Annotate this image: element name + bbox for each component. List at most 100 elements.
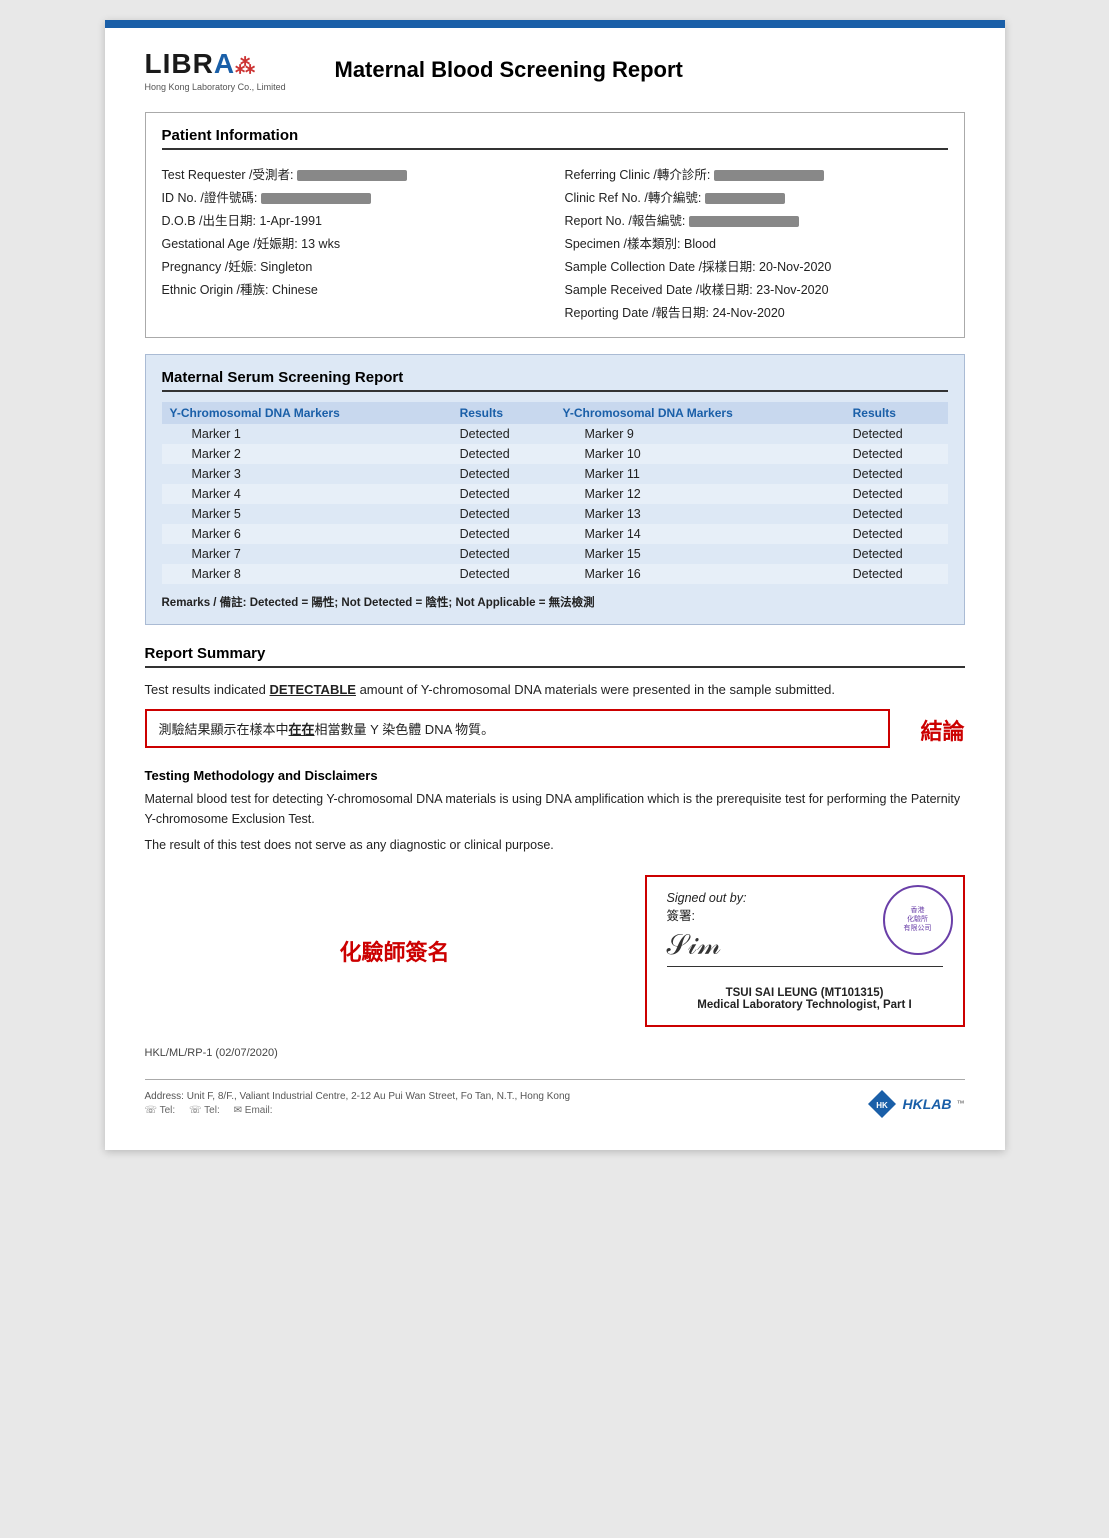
marker-left-name: Marker 3 [162, 464, 452, 484]
markers-table: Y-Chromosomal DNA Markers Results Y-Chro… [162, 402, 948, 584]
hklab-diamond-icon: HK [866, 1088, 898, 1120]
redacted-value [297, 170, 407, 181]
marker-left-name: Marker 6 [162, 524, 452, 544]
marker-right-result: Detected [845, 544, 948, 564]
logo-text: LIBRA⁂ [145, 48, 305, 80]
marker-left-name: Marker 7 [162, 544, 452, 564]
patient-row: Sample Received Date /收樣日期: 23-Nov-2020 [565, 277, 948, 300]
marker-right-name: Marker 13 [554, 504, 844, 524]
remarks-row: Remarks / 備註: Detected = 陽性; Not Detecte… [162, 594, 948, 610]
summary-text: Test results indicated DETECTABLE amount… [145, 680, 965, 701]
patient-info-heading: Patient Information [162, 127, 948, 150]
patient-row: Referring Clinic /轉介診所: [565, 162, 948, 185]
markers-body: Marker 1 Detected Marker 9 Detected Mark… [162, 424, 948, 584]
marker-left-result: Detected [452, 484, 555, 504]
patient-row: Ethnic Origin /種族: Chinese [162, 277, 545, 300]
hklab-logo: HK HKLAB™ [866, 1088, 965, 1120]
patient-row: Test Requester /受測者: [162, 162, 545, 185]
table-row: Marker 2 Detected Marker 10 Detected [162, 444, 948, 464]
marker-left-result: Detected [452, 444, 555, 464]
sign-box: Signed out by: 簽署: 𝒮𝒾𝓂 TSUI SAI LEUNG (M… [645, 875, 965, 1027]
patient-row: ID No. /證件號碼: [162, 185, 545, 208]
marker-left-name: Marker 5 [162, 504, 452, 524]
hklab-brand-text: HKLAB [903, 1096, 952, 1112]
marker-right-name: Marker 14 [554, 524, 844, 544]
table-row: Marker 8 Detected Marker 16 Detected [162, 564, 948, 584]
patient-row: Gestational Age /妊娠期: 13 wks [162, 231, 545, 254]
marker-right-name: Marker 10 [554, 444, 844, 464]
patient-right-fields: Referring Clinic /轉介診所: Clinic Ref No. /… [565, 162, 948, 323]
methodology-text1: Maternal blood test for detecting Y-chro… [145, 789, 965, 829]
marker-right-name: Marker 16 [554, 564, 844, 584]
detectable-word: DETECTABLE [270, 682, 356, 697]
stamp-circle: 香港化驗所有限公司 [883, 885, 953, 955]
marker-right-result: Detected [845, 464, 948, 484]
table-row: Marker 4 Detected Marker 12 Detected [162, 484, 948, 504]
serum-section: Maternal Serum Screening Report Y-Chromo… [145, 354, 965, 625]
patient-row: D.O.B /出生日期: 1-Apr-1991 [162, 208, 545, 231]
table-row: Marker 7 Detected Marker 15 Detected [162, 544, 948, 564]
marker-right-result: Detected [845, 564, 948, 584]
methodology-text2: The result of this test does not serve a… [145, 835, 965, 855]
patient-row: Sample Collection Date /採樣日期: 20-Nov-202… [565, 254, 948, 277]
marker-right-result: Detected [845, 424, 948, 444]
table-row: Marker 1 Detected Marker 9 Detected [162, 424, 948, 444]
redacted-value [689, 216, 799, 227]
chinese-summary-box: 測驗結果顯示在樣本中在在相當數量 Y 染色體 DNA 物質。 [145, 709, 891, 748]
col1-header: Y-Chromosomal DNA Markers [162, 402, 452, 424]
col3-header: Y-Chromosomal DNA Markers [554, 402, 844, 424]
serum-heading: Maternal Serum Screening Report [162, 369, 948, 392]
patient-row: Clinic Ref No. /轉介編號: [565, 185, 948, 208]
conclusion-label: 結論 [920, 709, 964, 746]
marker-right-result: Detected [845, 504, 948, 524]
patient-row: Specimen /樣本類別: Blood [565, 231, 948, 254]
doc-ref: HKL/ML/RP-1 (02/07/2020) [145, 1047, 965, 1059]
top-bar [105, 20, 1005, 28]
marker-left-name: Marker 8 [162, 564, 452, 584]
footer-address: Address: Unit F, 8/F., Valiant Industria… [145, 1091, 571, 1116]
marker-right-name: Marker 12 [554, 484, 844, 504]
marker-left-result: Detected [452, 464, 555, 484]
marker-left-result: Detected [452, 544, 555, 564]
marker-left-name: Marker 2 [162, 444, 452, 464]
marker-left-result: Detected [452, 564, 555, 584]
col2-header: Results [452, 402, 555, 424]
marker-left-result: Detected [452, 504, 555, 524]
signature-area: 化驗師簽名 Signed out by: 簽署: 𝒮𝒾𝓂 TSUI SAI LE… [145, 875, 965, 1027]
marker-right-result: Detected [845, 444, 948, 464]
logo-area: LIBRA⁂ Hong Kong Laboratory Co., Limited [145, 48, 305, 92]
patient-grid: Test Requester /受測者: ID No. /證件號碼: D.O.B… [162, 162, 948, 323]
redacted-value [714, 170, 824, 181]
patient-row: Report No. /報告編號: [565, 208, 948, 231]
summary-section: Report Summary Test results indicated DE… [145, 645, 965, 748]
redacted-value [261, 193, 371, 204]
redacted-value [705, 193, 785, 204]
marker-right-result: Detected [845, 484, 948, 504]
signature-glyph: 𝒮𝒾𝓂 [667, 930, 721, 961]
chemist-label: 化驗師簽名 [145, 935, 645, 967]
patient-info-section: Patient Information Test Requester /受測者:… [145, 112, 965, 338]
svg-text:HK: HK [876, 1101, 888, 1110]
report-page: LIBRA⁂ Hong Kong Laboratory Co., Limited… [105, 20, 1005, 1150]
marker-left-name: Marker 1 [162, 424, 452, 444]
patient-row: Pregnancy /妊娠: Singleton [162, 254, 545, 277]
patient-left-fields: Test Requester /受測者: ID No. /證件號碼: D.O.B… [162, 162, 545, 323]
logo-sub: Hong Kong Laboratory Co., Limited [145, 82, 305, 92]
marker-left-result: Detected [452, 424, 555, 444]
header: LIBRA⁂ Hong Kong Laboratory Co., Limited… [145, 48, 965, 92]
conclusion-box: 測驗結果顯示在樣本中在在相當數量 Y 染色體 DNA 物質。 結論 [145, 709, 965, 748]
table-row: Marker 3 Detected Marker 11 Detected [162, 464, 948, 484]
marker-left-name: Marker 4 [162, 484, 452, 504]
patient-row: Reporting Date /報告日期: 24-Nov-2020 [565, 300, 948, 323]
marker-right-name: Marker 11 [554, 464, 844, 484]
table-row: Marker 6 Detected Marker 14 Detected [162, 524, 948, 544]
table-row: Marker 5 Detected Marker 13 Detected [162, 504, 948, 524]
footer: Address: Unit F, 8/F., Valiant Industria… [145, 1079, 965, 1120]
marker-right-name: Marker 15 [554, 544, 844, 564]
signee-name: TSUI SAI LEUNG (MT101315) Medical Labora… [667, 987, 943, 1011]
marker-right-name: Marker 9 [554, 424, 844, 444]
marker-right-result: Detected [845, 524, 948, 544]
methodology-heading: Testing Methodology and Disclaimers [145, 768, 965, 783]
methodology-section: Testing Methodology and Disclaimers Mate… [145, 768, 965, 855]
markers-header-row: Y-Chromosomal DNA Markers Results Y-Chro… [162, 402, 948, 424]
